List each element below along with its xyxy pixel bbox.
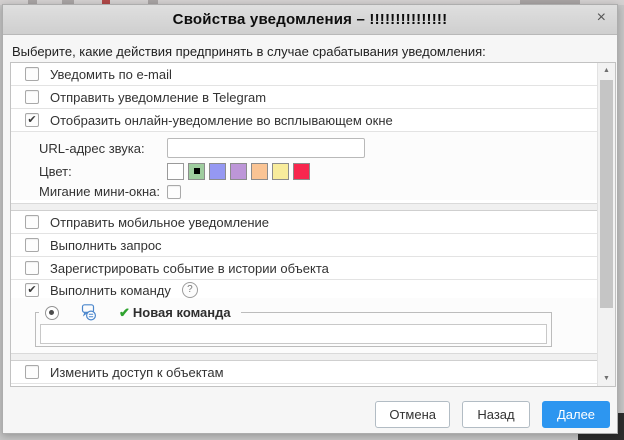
color-swatches (167, 163, 310, 180)
action-row-email[interactable]: Уведомить по e-mail (11, 63, 598, 86)
sound-url-row: URL-адрес звука: (39, 137, 598, 159)
command-flowchart-icon (79, 304, 99, 321)
blink-label: Мигание мини-окна: (39, 184, 167, 199)
checkbox-request[interactable] (25, 238, 39, 252)
green-check-icon: ✔ (119, 305, 130, 321)
action-row-online-popup[interactable]: ✔ Отобразить онлайн-уведомление во всплы… (11, 109, 598, 132)
color-swatch-3[interactable] (230, 163, 247, 180)
command-name[interactable]: ✔ Новая команда (119, 305, 231, 321)
command-group-legend: ✔ Новая команда (39, 304, 241, 321)
checkbox-run-command[interactable]: ✔ (25, 283, 39, 297)
popup-settings-panel: URL-адрес звука: Цвет: Мигание мини-окна… (11, 132, 598, 200)
checkbox-mobile[interactable] (25, 215, 39, 229)
next-button[interactable]: Далее (542, 401, 610, 428)
action-row-set-counter[interactable]: Установить значение счетчика (11, 384, 598, 386)
command-name-label: Новая команда (133, 305, 231, 320)
checkbox-telegram[interactable] (25, 90, 39, 104)
sound-url-input[interactable] (167, 138, 365, 158)
checkmark-icon: ✔ (27, 285, 36, 296)
list-scrollbar[interactable]: ▲ ▼ (597, 63, 615, 386)
checkbox-history-event[interactable] (25, 261, 39, 275)
action-row-request[interactable]: Выполнить запрос (11, 234, 598, 257)
action-row-telegram[interactable]: Отправить уведомление в Telegram (11, 86, 598, 109)
back-button[interactable]: Назад (462, 401, 530, 428)
action-row-mobile[interactable]: Отправить мобильное уведомление (11, 211, 598, 234)
close-icon[interactable]: × (597, 10, 606, 26)
instruction-text: Выберите, какие действия предпринять в с… (12, 44, 607, 59)
command-radio[interactable] (45, 306, 59, 320)
sound-url-label: URL-адрес звука: (39, 141, 167, 156)
checkmark-icon: ✔ (27, 115, 36, 126)
color-swatch-5[interactable] (272, 163, 289, 180)
action-label: Выполнить команду (50, 283, 171, 298)
scroll-up-icon[interactable]: ▲ (598, 63, 615, 78)
checkbox-change-access[interactable] (25, 365, 39, 379)
checkbox-blink[interactable] (167, 185, 181, 199)
color-swatch-1[interactable] (188, 163, 205, 180)
action-row-history-event[interactable]: Зарегистрировать событие в истории объек… (11, 257, 598, 280)
help-icon[interactable]: ? (182, 282, 198, 298)
dialog-title: Свойства уведомления – !!!!!!!!!!!!!!! (173, 11, 448, 28)
color-swatch-6[interactable] (293, 163, 310, 180)
color-swatch-2[interactable] (209, 163, 226, 180)
dialog-titlebar: Свойства уведомления – !!!!!!!!!!!!!!! × (3, 5, 617, 35)
actions-list: Уведомить по e-mail Отправить уведомлени… (10, 62, 616, 387)
color-swatch-0[interactable] (167, 163, 184, 180)
checkbox-online-popup[interactable]: ✔ (25, 113, 39, 127)
action-label: Отправить уведомление в Telegram (50, 90, 266, 105)
color-label: Цвет: (39, 164, 167, 179)
command-group: ✔ Новая команда (35, 312, 552, 347)
command-settings-panel: ✔ Новая команда (11, 298, 598, 353)
action-label: Выполнить запрос (50, 238, 162, 253)
notification-properties-dialog: Свойства уведомления – !!!!!!!!!!!!!!! ×… (2, 4, 618, 434)
dialog-footer: Отмена Назад Далее (375, 401, 610, 428)
action-label: Изменить доступ к объектам (50, 365, 224, 380)
action-row-change-access[interactable]: Изменить доступ к объектам (11, 361, 598, 384)
action-label: Отобразить онлайн-уведомление во всплыва… (50, 113, 393, 128)
color-row: Цвет: (39, 160, 598, 182)
scroll-down-icon[interactable]: ▼ (598, 371, 615, 386)
action-label: Зарегистрировать событие в истории объек… (50, 261, 329, 276)
section-separator (11, 203, 598, 211)
blink-row: Мигание мини-окна: (39, 183, 598, 200)
action-label: Отправить мобильное уведомление (50, 215, 269, 230)
checkbox-email[interactable] (25, 67, 39, 81)
cancel-button[interactable]: Отмена (375, 401, 450, 428)
color-swatch-4[interactable] (251, 163, 268, 180)
action-label: Уведомить по e-mail (50, 67, 172, 82)
command-value-box[interactable] (40, 324, 547, 344)
actions-list-rows: Уведомить по e-mail Отправить уведомлени… (11, 63, 598, 386)
section-separator (11, 353, 598, 361)
scrollbar-thumb[interactable] (600, 80, 613, 308)
action-row-run-command[interactable]: ✔ Выполнить команду ? (11, 280, 598, 298)
